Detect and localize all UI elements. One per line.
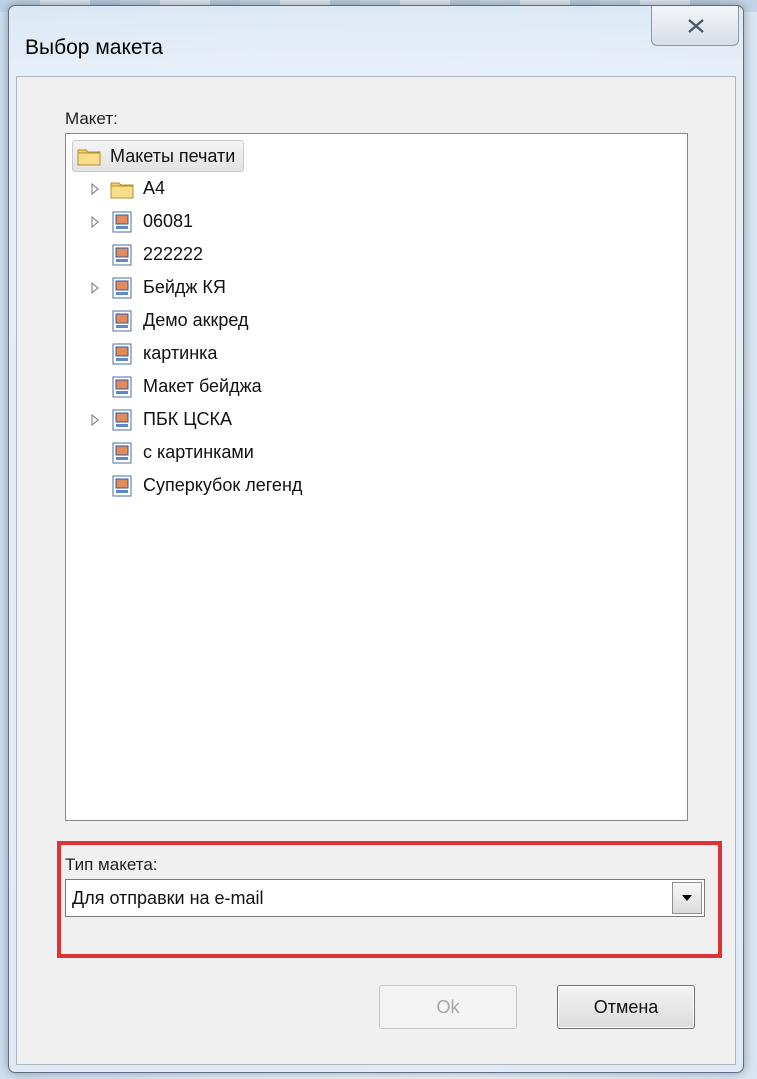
tree-item-06081[interactable]: 06081 bbox=[88, 205, 193, 238]
layout-label: Макет: bbox=[65, 109, 118, 128]
template-icon bbox=[110, 244, 134, 266]
expand-arrow-icon[interactable] bbox=[88, 182, 102, 196]
tree-root-label: Макеты печати bbox=[110, 145, 236, 166]
template-icon bbox=[110, 211, 134, 233]
tree-item-label: 06081 bbox=[143, 211, 194, 231]
tree-item-label: Макет бейджа bbox=[143, 376, 262, 396]
tree-item-222222[interactable]: 222222 bbox=[110, 238, 203, 271]
layout-tree[interactable]: Макеты печати A4 06081 222222 Бейдж КЯ Д… bbox=[65, 133, 688, 821]
tree-root-item[interactable]: Макеты печати bbox=[72, 140, 245, 172]
type-label: Тип макета: bbox=[65, 855, 158, 874]
tree-item-label: A4 bbox=[143, 178, 166, 198]
ok-button[interactable]: Ok bbox=[379, 985, 517, 1029]
dialog-window: Выбор макета Макет: Макеты печати A4 060… bbox=[8, 5, 744, 1073]
tree-item-label: ПБК ЦСКА bbox=[143, 409, 233, 429]
tree-item-demo[interactable]: Демо аккред bbox=[110, 304, 248, 337]
tree-item-with-pictures[interactable]: с картинками bbox=[110, 436, 254, 469]
template-icon bbox=[110, 343, 134, 365]
tree-item-label: Демо аккред bbox=[143, 310, 249, 330]
folder-icon bbox=[77, 145, 101, 167]
type-select[interactable]: Для отправки на e-mail bbox=[65, 879, 705, 917]
folder-icon bbox=[110, 178, 134, 200]
template-icon bbox=[110, 475, 134, 497]
tree-item-a4[interactable]: A4 bbox=[88, 172, 165, 205]
dialog-title: Выбор макета bbox=[25, 36, 163, 59]
template-icon bbox=[110, 442, 134, 464]
tree-item-label: картинка bbox=[143, 343, 218, 363]
template-icon bbox=[110, 376, 134, 398]
tree-item-label: 222222 bbox=[143, 244, 204, 264]
template-icon bbox=[110, 277, 134, 299]
expand-arrow-icon[interactable] bbox=[88, 413, 102, 427]
expand-arrow-icon[interactable] bbox=[88, 215, 102, 229]
expand-arrow-icon[interactable] bbox=[88, 281, 102, 295]
tree-item-label: с картинками bbox=[143, 442, 254, 462]
tree-item-supercup[interactable]: Суперкубок легенд bbox=[110, 469, 302, 502]
type-select-value: Для отправки на e-mail bbox=[72, 888, 264, 908]
tree-item-badge-kya[interactable]: Бейдж КЯ bbox=[88, 271, 226, 304]
chevron-down-icon bbox=[682, 895, 692, 901]
tree-item-pbk-cska[interactable]: ПБК ЦСКА bbox=[88, 403, 232, 436]
tree-item-label: Бейдж КЯ bbox=[143, 277, 226, 297]
tree-item-picture[interactable]: картинка bbox=[110, 337, 217, 370]
tree-item-label: Суперкубок легенд bbox=[143, 475, 303, 495]
dropdown-button[interactable] bbox=[672, 882, 702, 914]
cancel-button[interactable]: Отмена bbox=[557, 985, 695, 1029]
title-bar: Выбор макета bbox=[9, 6, 743, 76]
dialog-body: Макет: Макеты печати A4 06081 222222 Бей… bbox=[16, 76, 736, 1065]
close-button[interactable] bbox=[651, 6, 739, 46]
template-icon bbox=[110, 409, 134, 431]
template-icon bbox=[110, 310, 134, 332]
tree-item-badge-layout[interactable]: Макет бейджа bbox=[110, 370, 262, 403]
close-icon bbox=[688, 19, 704, 33]
